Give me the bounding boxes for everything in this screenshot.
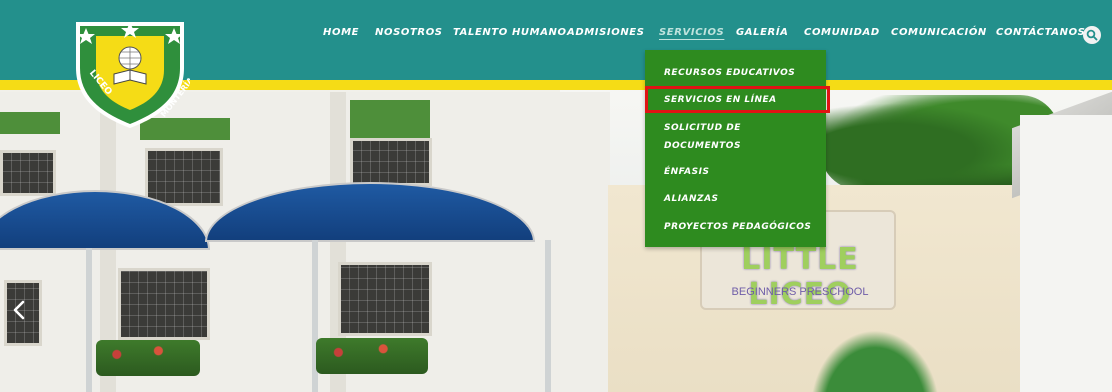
nav-comunicacion[interactable]: COMUNICACIÓN [891, 27, 987, 38]
chevron-left-icon [13, 300, 25, 320]
dropdown-item-enfasis[interactable]: ÉNFASIS [664, 163, 709, 181]
window [118, 268, 210, 340]
nav-admisiones[interactable]: ADMISIONES [567, 27, 645, 38]
dropdown-item-solicitud-de[interactable]: SOLICITUD DE [664, 119, 741, 137]
window [0, 150, 56, 196]
nav-comunidad[interactable]: COMUNIDAD [804, 27, 880, 38]
shed [1020, 115, 1112, 392]
window [338, 262, 432, 336]
dropdown-item-alianzas[interactable]: ALIANZAS [664, 190, 719, 208]
canopy-pole [545, 240, 551, 392]
dropdown-item-documentos[interactable]: DOCUMENTOS [664, 137, 741, 155]
search-icon [1086, 29, 1098, 41]
highlight-box [645, 86, 830, 113]
window [350, 138, 432, 186]
nav-home[interactable]: HOME [323, 27, 359, 38]
search-button[interactable] [1083, 26, 1101, 44]
nav-contactanos[interactable]: CONTÁCTANOS [996, 27, 1085, 38]
green-awning [350, 100, 430, 138]
dropdown-item-proyectos-pedagogicos[interactable]: PROYECTOS PEDAGÓGICOS [664, 218, 811, 236]
shield-crest-icon: LICEO MONTERÍA [76, 22, 196, 128]
window [145, 148, 223, 206]
school-logo[interactable]: LICEO MONTERÍA [70, 18, 196, 130]
dropdown-item-recursos-educativos[interactable]: RECURSOS EDUCATIVOS [664, 64, 795, 82]
nav-galeria[interactable]: GALERÍA [736, 27, 789, 38]
sign-title: LITTLE LICEO [741, 242, 859, 312]
canopy-pole [86, 248, 92, 392]
hedge [96, 340, 200, 376]
green-awning [0, 112, 60, 134]
servicios-dropdown: RECURSOS EDUCATIVOS SERVICIOS EN LÍNEA S… [645, 50, 826, 247]
hedge [316, 338, 428, 374]
sign-subtitle: BEGINNERS PRESCHOOL [731, 286, 869, 298]
nav-talento-humano[interactable]: TALENTO HUMANO [453, 27, 567, 38]
nav-servicios[interactable]: SERVICIOS [659, 27, 724, 38]
nav-nosotros[interactable]: NOSOTROS [375, 27, 443, 38]
slider-prev-button[interactable] [8, 296, 30, 324]
